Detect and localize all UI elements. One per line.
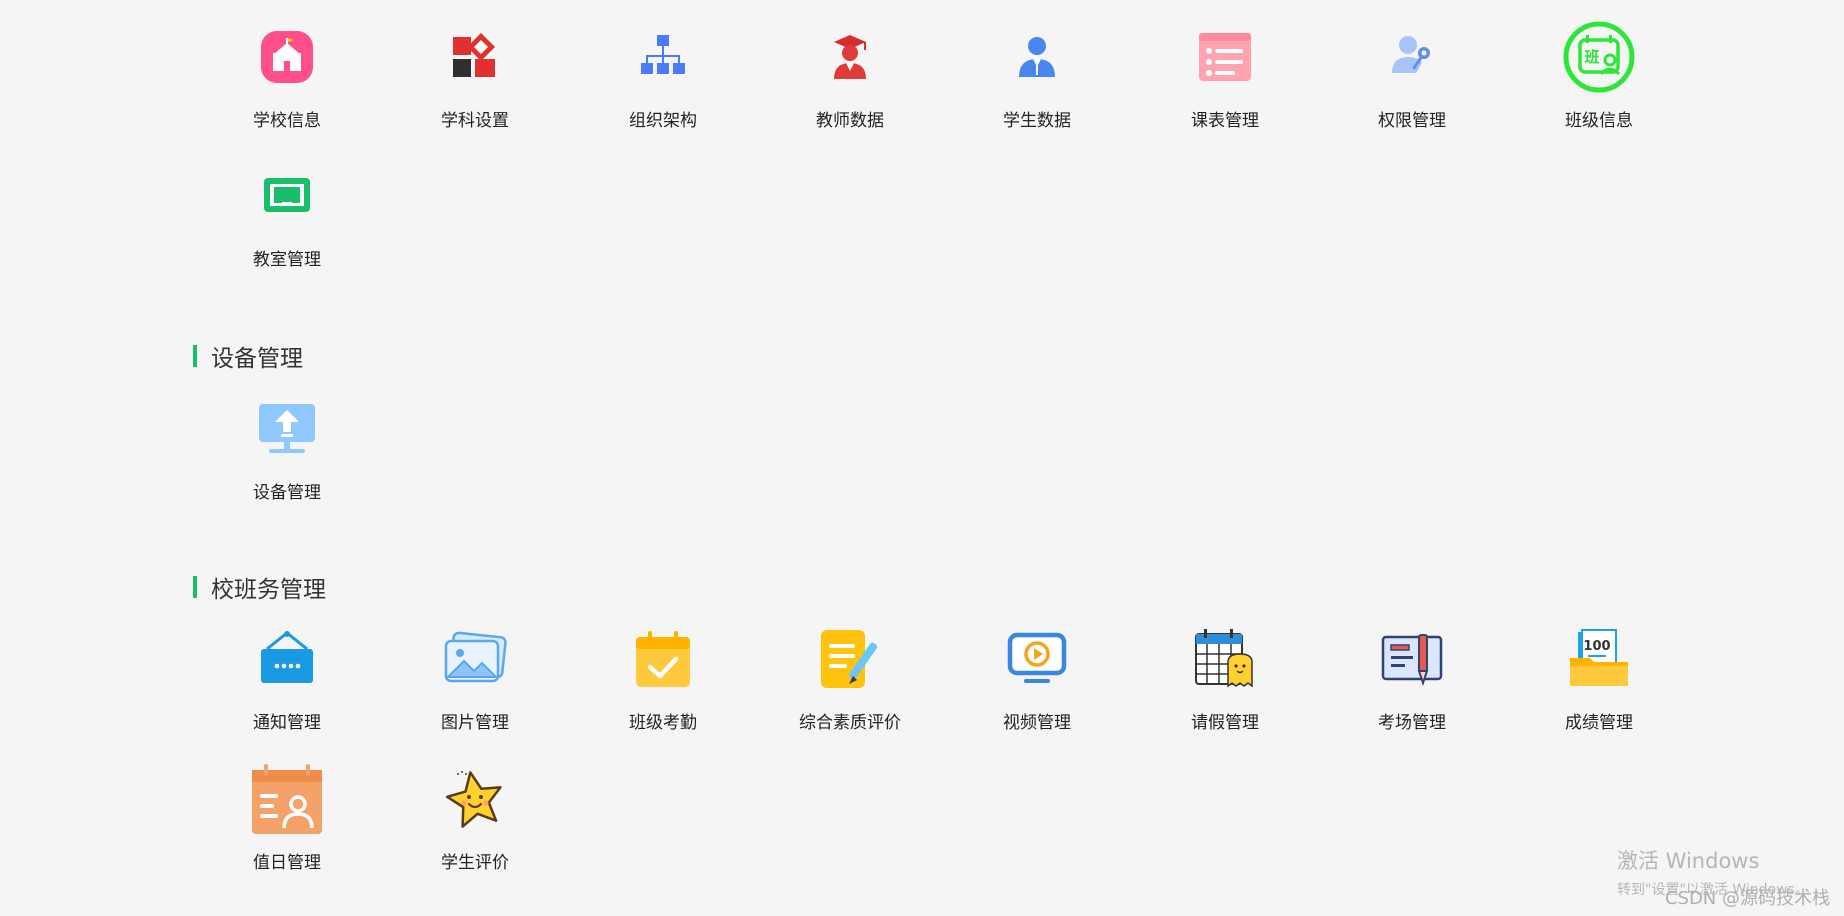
org-chart-icon xyxy=(626,20,700,94)
tile-student-data[interactable]: 学生数据 xyxy=(962,20,1112,150)
svg-text:100: 100 xyxy=(1583,639,1610,654)
timetable-icon xyxy=(1188,20,1262,94)
tile-student-evaluation[interactable]: 学生评价 xyxy=(400,762,550,892)
tile-label: 成绩管理 xyxy=(1565,713,1633,733)
tile-class-attendance[interactable]: 班级考勤 xyxy=(588,622,738,752)
tile-duty[interactable]: 值日管理 xyxy=(212,762,362,892)
student-icon xyxy=(1000,20,1074,94)
csdn-watermark: CSDN @源码技术栈 xyxy=(1664,888,1830,909)
section-title: 校班务管理 xyxy=(211,577,326,603)
tile-label: 视频管理 xyxy=(1003,713,1071,733)
exam-room-icon xyxy=(1375,622,1449,696)
tile-device-management[interactable]: 设备管理 xyxy=(212,392,362,522)
tile-label: 课表管理 xyxy=(1191,111,1259,131)
attendance-calendar-icon xyxy=(626,622,700,696)
tile-label: 班级考勤 xyxy=(629,713,697,733)
duty-calendar-icon xyxy=(250,762,324,836)
tile-label: 学生数据 xyxy=(1003,111,1071,131)
tile-label: 设备管理 xyxy=(253,483,321,503)
tile-label: 图片管理 xyxy=(441,713,509,733)
tile-label: 教师数据 xyxy=(816,111,884,131)
section-header: 校班务管理 xyxy=(193,571,326,603)
section-accent-bar xyxy=(193,345,197,367)
tile-permissions[interactable]: 权限管理 xyxy=(1337,20,1487,150)
section-accent-bar xyxy=(193,576,197,598)
section-header: 设备管理 xyxy=(193,340,303,372)
tile-teacher-data[interactable]: 教师数据 xyxy=(775,20,925,150)
tile-label: 综合素质评价 xyxy=(799,713,901,733)
activate-windows-title: 激活 Windows xyxy=(1617,849,1760,873)
app-page: 学校信息 学科设置 组织架构 教师数据 学生数据 课表管理 权限管理 班 班级信… xyxy=(0,0,1844,916)
tile-label: 组织架构 xyxy=(629,111,697,131)
classroom-board-icon xyxy=(250,159,324,233)
tile-class-info[interactable]: 班 班级信息 xyxy=(1524,20,1674,150)
tile-leave[interactable]: 请假管理 xyxy=(1150,622,1300,752)
class-badge-icon: 班 xyxy=(1562,20,1636,94)
tile-school-info[interactable]: 学校信息 xyxy=(212,20,362,150)
tile-label: 学校信息 xyxy=(253,111,321,131)
score-folder-icon: 100 xyxy=(1562,622,1636,696)
tile-quality-evaluation[interactable]: 综合素质评价 xyxy=(775,622,925,752)
school-icon xyxy=(250,20,324,94)
tile-classroom[interactable]: 教室管理 xyxy=(212,159,362,289)
tile-org-structure[interactable]: 组织架构 xyxy=(588,20,738,150)
tile-label: 考场管理 xyxy=(1378,713,1446,733)
tile-timetable[interactable]: 课表管理 xyxy=(1150,20,1300,150)
section-title: 设备管理 xyxy=(211,346,303,372)
tile-videos[interactable]: 视频管理 xyxy=(962,622,1112,752)
tile-label: 学生评价 xyxy=(441,853,509,873)
tile-label: 教室管理 xyxy=(253,250,321,270)
tile-scores[interactable]: 100 成绩管理 xyxy=(1524,622,1674,752)
teacher-icon xyxy=(813,20,887,94)
star-face-icon xyxy=(438,762,512,836)
device-monitor-icon xyxy=(250,392,324,466)
tile-label: 权限管理 xyxy=(1378,111,1446,131)
tile-pictures[interactable]: 图片管理 xyxy=(400,622,550,752)
notice-board-icon xyxy=(250,622,324,696)
user-key-icon xyxy=(1375,20,1449,94)
tile-exam-rooms[interactable]: 考场管理 xyxy=(1337,622,1487,752)
leave-calendar-icon xyxy=(1188,622,1262,696)
tile-subject-settings[interactable]: 学科设置 xyxy=(400,20,550,150)
tile-label: 学科设置 xyxy=(441,111,509,131)
picture-icon xyxy=(438,622,512,696)
subject-blocks-icon xyxy=(438,20,512,94)
tile-label: 请假管理 xyxy=(1191,713,1259,733)
tile-notices[interactable]: 通知管理 xyxy=(212,622,362,752)
evaluation-note-icon xyxy=(813,622,887,696)
tile-label: 班级信息 xyxy=(1565,111,1633,131)
video-play-icon xyxy=(1000,622,1074,696)
svg-text:班: 班 xyxy=(1584,48,1599,66)
tile-label: 通知管理 xyxy=(253,713,321,733)
tile-label: 值日管理 xyxy=(253,853,321,873)
